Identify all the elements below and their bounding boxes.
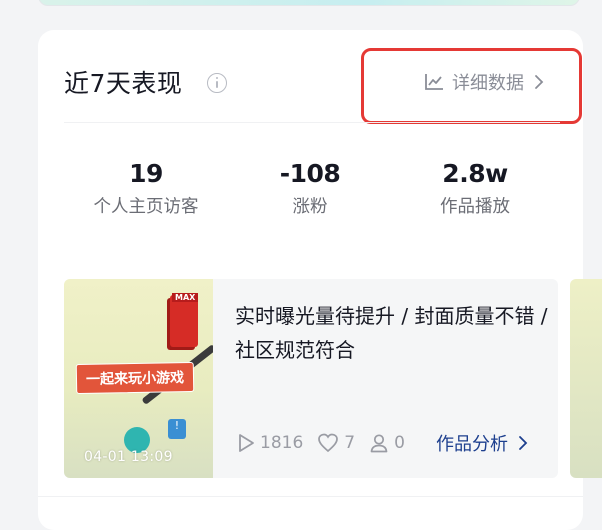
- video-date: 04-01 13:09: [84, 449, 173, 465]
- metric-profile-visitors[interactable]: 19 个人主页访客: [90, 159, 202, 222]
- metric-follower-gain[interactable]: -108 涨粉: [258, 159, 362, 222]
- section-title: 近7天表现: [64, 69, 183, 98]
- next-work-card-edge[interactable]: [570, 279, 602, 478]
- section-divider: [64, 122, 560, 123]
- visits-stat: 0: [369, 433, 405, 453]
- heart-icon: [318, 433, 339, 453]
- thumbnail-tag: MAX: [172, 293, 199, 302]
- work-analysis-link[interactable]: 作品分析: [436, 431, 528, 455]
- metric-value: 19: [129, 159, 163, 188]
- thumbnail-banner: 一起来玩小游戏: [75, 361, 195, 395]
- thumbnail-blue-tile: !: [168, 419, 186, 439]
- metric-label: 个人主页访客: [93, 197, 199, 217]
- person-icon: [370, 434, 388, 453]
- metric-video-plays[interactable]: 2.8w 作品播放: [410, 159, 540, 222]
- work-title: 实时曝光量待提升 / 封面质量不错 / 社区规范符合: [235, 304, 548, 362]
- plays-count: 1816: [260, 433, 304, 453]
- video-thumbnail[interactable]: MAX 一起来玩小游戏 ! 04-01 13:09: [64, 279, 213, 478]
- work-stats: 1816 7 0: [237, 431, 419, 455]
- visits-count: 0: [394, 433, 405, 453]
- highlight-annotation-box: [361, 48, 582, 124]
- plays-stat: 1816: [237, 433, 303, 453]
- metric-label: 涨粉: [292, 197, 328, 217]
- bottom-divider: [38, 496, 583, 497]
- work-item-card[interactable]: MAX 一起来玩小游戏 ! 04-01 13:09 实时曝光量待提升 / 封面质…: [64, 279, 558, 478]
- metric-value: 2.8w: [442, 159, 508, 188]
- likes-count: 7: [344, 433, 356, 453]
- work-analysis-label: 作品分析: [436, 434, 508, 455]
- previous-card-edge: [38, 0, 580, 6]
- likes-stat: 7: [317, 433, 355, 453]
- metric-label: 作品播放: [440, 197, 510, 217]
- info-icon[interactable]: [207, 73, 227, 93]
- metric-value: -108: [279, 159, 341, 188]
- play-icon: [239, 434, 254, 452]
- thumbnail-red-block: [170, 295, 198, 347]
- chevron-right-icon: [519, 436, 528, 450]
